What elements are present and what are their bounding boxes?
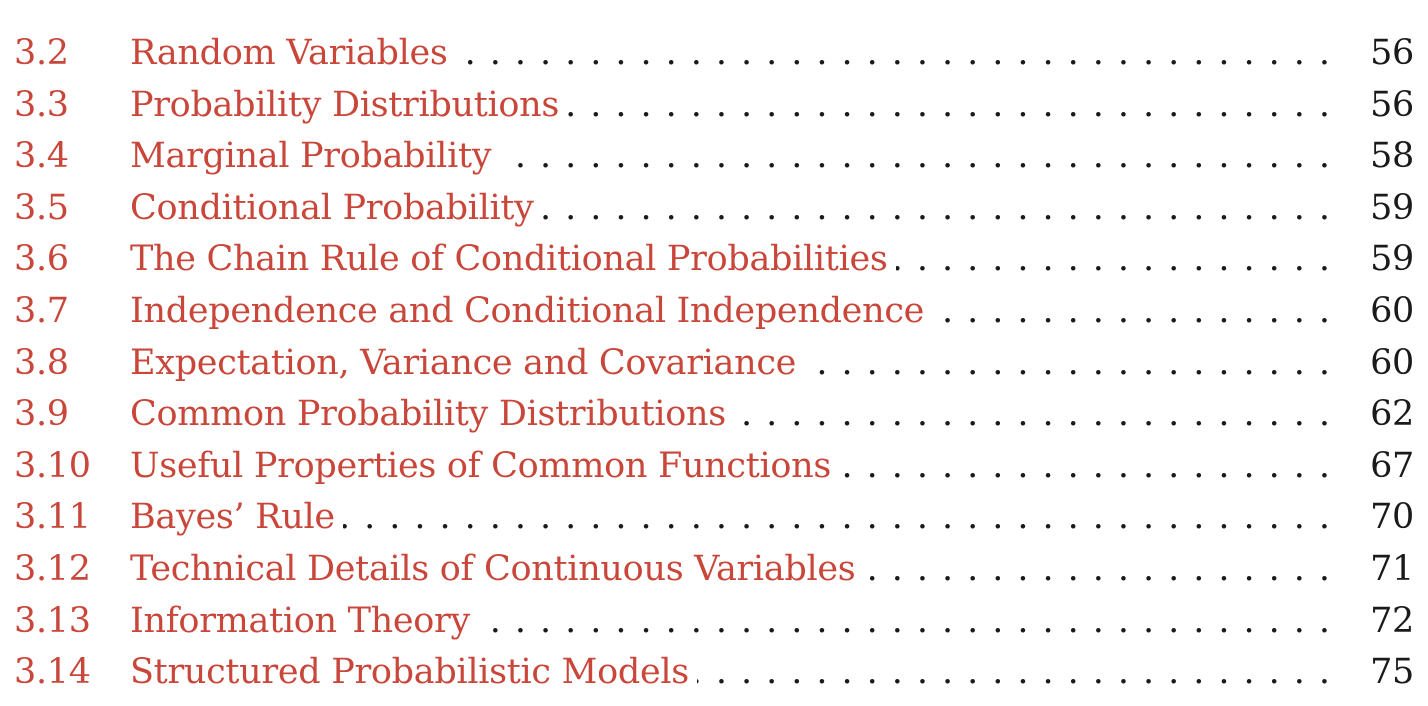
- section-number[interactable]: 3.9: [14, 389, 130, 441]
- toc-entry-3-10[interactable]: 3.10 Useful Properties of Common Functio…: [14, 441, 1414, 493]
- page-number: 56: [1370, 84, 1414, 125]
- toc-entry-3-12[interactable]: 3.12 Technical Details of Continuous Var…: [14, 544, 1414, 596]
- dot-leader: ........................................…: [697, 652, 1344, 693]
- dot-leader: ........................................…: [863, 548, 1344, 589]
- dot-leader: ........................................…: [456, 33, 1344, 73]
- page-number: 58: [1370, 136, 1414, 177]
- section-title-link[interactable]: Information Theory: [130, 596, 478, 648]
- dot-leader: ........................................…: [499, 136, 1344, 177]
- section-title-link[interactable]: Bayes’ Rule: [130, 492, 343, 544]
- section-title-link[interactable]: Marginal Probability: [130, 131, 499, 183]
- section-number[interactable]: 3.4: [14, 131, 130, 183]
- toc-entry-3-5[interactable]: 3.5 Conditional Probability ............…: [14, 183, 1414, 235]
- section-title-link[interactable]: Common Probability Distributions: [130, 389, 734, 441]
- section-title-link[interactable]: Conditional Probability: [130, 183, 542, 235]
- toc-entry-3-2[interactable]: 3.2 Random Variables ...................…: [14, 28, 1414, 80]
- section-title-link[interactable]: Random Variables: [130, 28, 456, 80]
- dot-leader: ........................................…: [839, 445, 1344, 486]
- dot-leader: ........................................…: [804, 342, 1344, 383]
- toc-entry-3-7[interactable]: 3.7 Independence and Conditional Indepen…: [14, 286, 1414, 338]
- section-title-link[interactable]: Expectation, Variance and Covariance: [130, 338, 804, 390]
- dot-leader: ........................................…: [932, 290, 1344, 331]
- section-title-link[interactable]: Structured Probabilistic Models: [130, 647, 697, 699]
- section-number[interactable]: 3.13: [14, 596, 130, 648]
- toc-entry-3-8[interactable]: 3.8 Expectation, Variance and Covariance…: [14, 338, 1414, 390]
- toc-entry-3-11[interactable]: 3.11 Bayes’ Rule .......................…: [14, 492, 1414, 544]
- dot-leader: ........................................…: [896, 239, 1344, 280]
- section-number[interactable]: 3.6: [14, 234, 130, 286]
- section-number[interactable]: 3.7: [14, 286, 130, 338]
- section-title-link[interactable]: Useful Properties of Common Functions: [130, 441, 839, 493]
- section-number[interactable]: 3.10: [14, 441, 130, 493]
- section-title-link[interactable]: Technical Details of Continuous Variable…: [130, 544, 863, 596]
- table-of-contents: 3.2 Random Variables ...................…: [14, 28, 1414, 699]
- page-number: 62: [1370, 394, 1414, 435]
- page-number: 72: [1370, 600, 1414, 641]
- section-number[interactable]: 3.5: [14, 183, 130, 235]
- section-title-link[interactable]: Independence and Conditional Independenc…: [130, 286, 932, 338]
- section-title-link[interactable]: The Chain Rule of Conditional Probabilit…: [130, 234, 896, 286]
- section-number[interactable]: 3.11: [14, 492, 130, 544]
- page-number: 59: [1370, 239, 1414, 280]
- section-number[interactable]: 3.2: [14, 28, 130, 80]
- section-number[interactable]: 3.3: [14, 80, 130, 132]
- section-title-link[interactable]: Probability Distributions: [130, 80, 567, 132]
- page-number: 67: [1370, 445, 1414, 486]
- page-number: 60: [1370, 290, 1414, 331]
- dot-leader: ........................................…: [342, 497, 1344, 538]
- page-number: 70: [1370, 497, 1414, 538]
- page-number: 59: [1370, 187, 1414, 228]
- toc-entry-3-6[interactable]: 3.6 The Chain Rule of Conditional Probab…: [14, 234, 1414, 286]
- page-number: 71: [1370, 548, 1414, 589]
- dot-leader: ........................................…: [734, 394, 1344, 435]
- toc-entry-3-4[interactable]: 3.4 Marginal Probability ...............…: [14, 131, 1414, 183]
- dot-leader: ........................................…: [567, 84, 1344, 125]
- dot-leader: ........................................…: [478, 600, 1344, 641]
- page-number: 56: [1370, 33, 1414, 73]
- toc-entry-3-13[interactable]: 3.13 Information Theory ................…: [14, 596, 1414, 648]
- toc-entry-3-14[interactable]: 3.14 Structured Probabilistic Models ...…: [14, 647, 1414, 699]
- page-number: 60: [1370, 342, 1414, 383]
- toc-entry-3-9[interactable]: 3.9 Common Probability Distributions ...…: [14, 389, 1414, 441]
- toc-entry-3-3[interactable]: 3.3 Probability Distributions ..........…: [14, 80, 1414, 132]
- section-number[interactable]: 3.14: [14, 647, 130, 699]
- dot-leader: ........................................…: [541, 187, 1344, 228]
- section-number[interactable]: 3.8: [14, 338, 130, 390]
- section-number[interactable]: 3.12: [14, 544, 130, 596]
- page-number: 75: [1370, 652, 1414, 693]
